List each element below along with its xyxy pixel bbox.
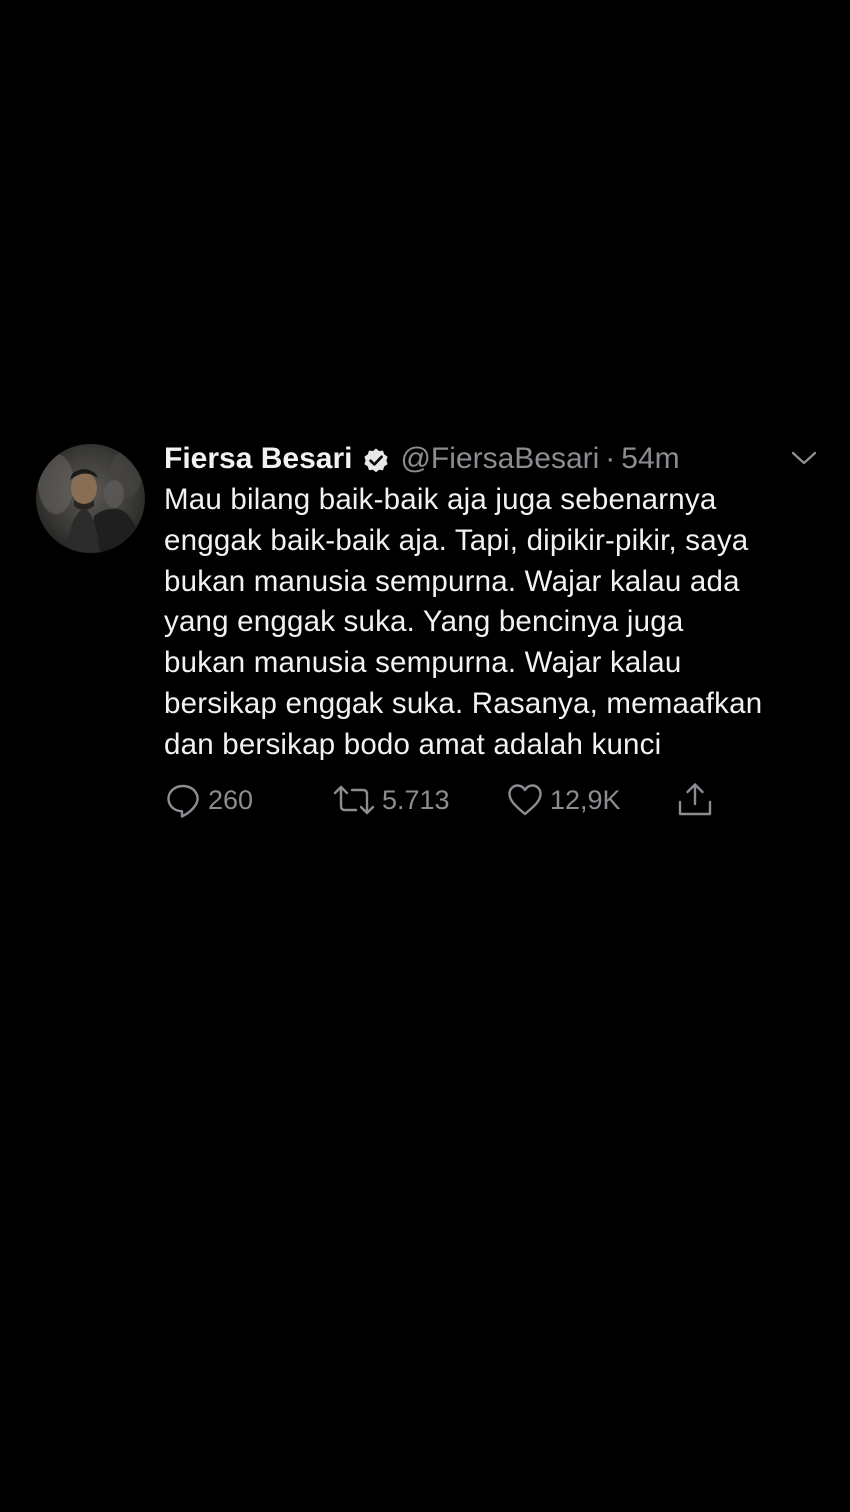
tweet-text-line: bersikap enggak suka. Rasanya, memaafkan (164, 686, 763, 720)
reply-icon (167, 784, 199, 818)
tweet[interactable]: Fiersa Besari @FiersaBesari · 54m Mau bi… (36, 438, 826, 838)
reply-count: 260 (208, 784, 254, 815)
tweet-text-line: dan bersikap bodo amat adalah kunci (164, 727, 662, 761)
tweet-text: Mau bilang baik-baik aja juga sebenarnya… (164, 480, 824, 766)
like-button[interactable]: 12,9K (506, 780, 621, 820)
tweet-text-line: bukan manusia sempurna. Wajar kalau (164, 646, 682, 680)
tweet-timestamp[interactable]: 54m (621, 438, 679, 480)
chevron-down-icon[interactable] (790, 448, 818, 468)
share-button[interactable] (676, 780, 720, 820)
tweet-text-line: enggak baik-baik aja. Tapi, dipikir-piki… (164, 523, 749, 557)
retweet-icon (333, 785, 375, 815)
verified-badge-icon (362, 445, 390, 473)
tweet-text-line: yang enggak suka. Yang bencinya juga (164, 605, 684, 639)
like-count: 12,9K (550, 784, 621, 815)
retweet-button[interactable]: 5.713 (332, 780, 450, 820)
tweet-actions: 260 5.713 12,9K (164, 780, 724, 820)
tweet-header: Fiersa Besari @FiersaBesari · 54m (164, 438, 824, 480)
tweet-text-line: Mau bilang baik-baik aja juga sebenarnya (164, 483, 717, 516)
avatar[interactable] (36, 444, 145, 553)
share-icon (678, 783, 712, 816)
author-handle[interactable]: @FiersaBesari (400, 438, 599, 480)
author-name[interactable]: Fiersa Besari (164, 438, 352, 480)
header-separator: · (605, 442, 616, 475)
like-icon (508, 784, 542, 816)
tweet-content: Fiersa Besari @FiersaBesari · 54m Mau bi… (164, 438, 824, 818)
reply-button[interactable]: 260 (164, 780, 253, 820)
retweet-count: 5.713 (382, 784, 450, 815)
tweet-text-line: bukan manusia sempurna. Wajar kalau ada (164, 564, 740, 598)
